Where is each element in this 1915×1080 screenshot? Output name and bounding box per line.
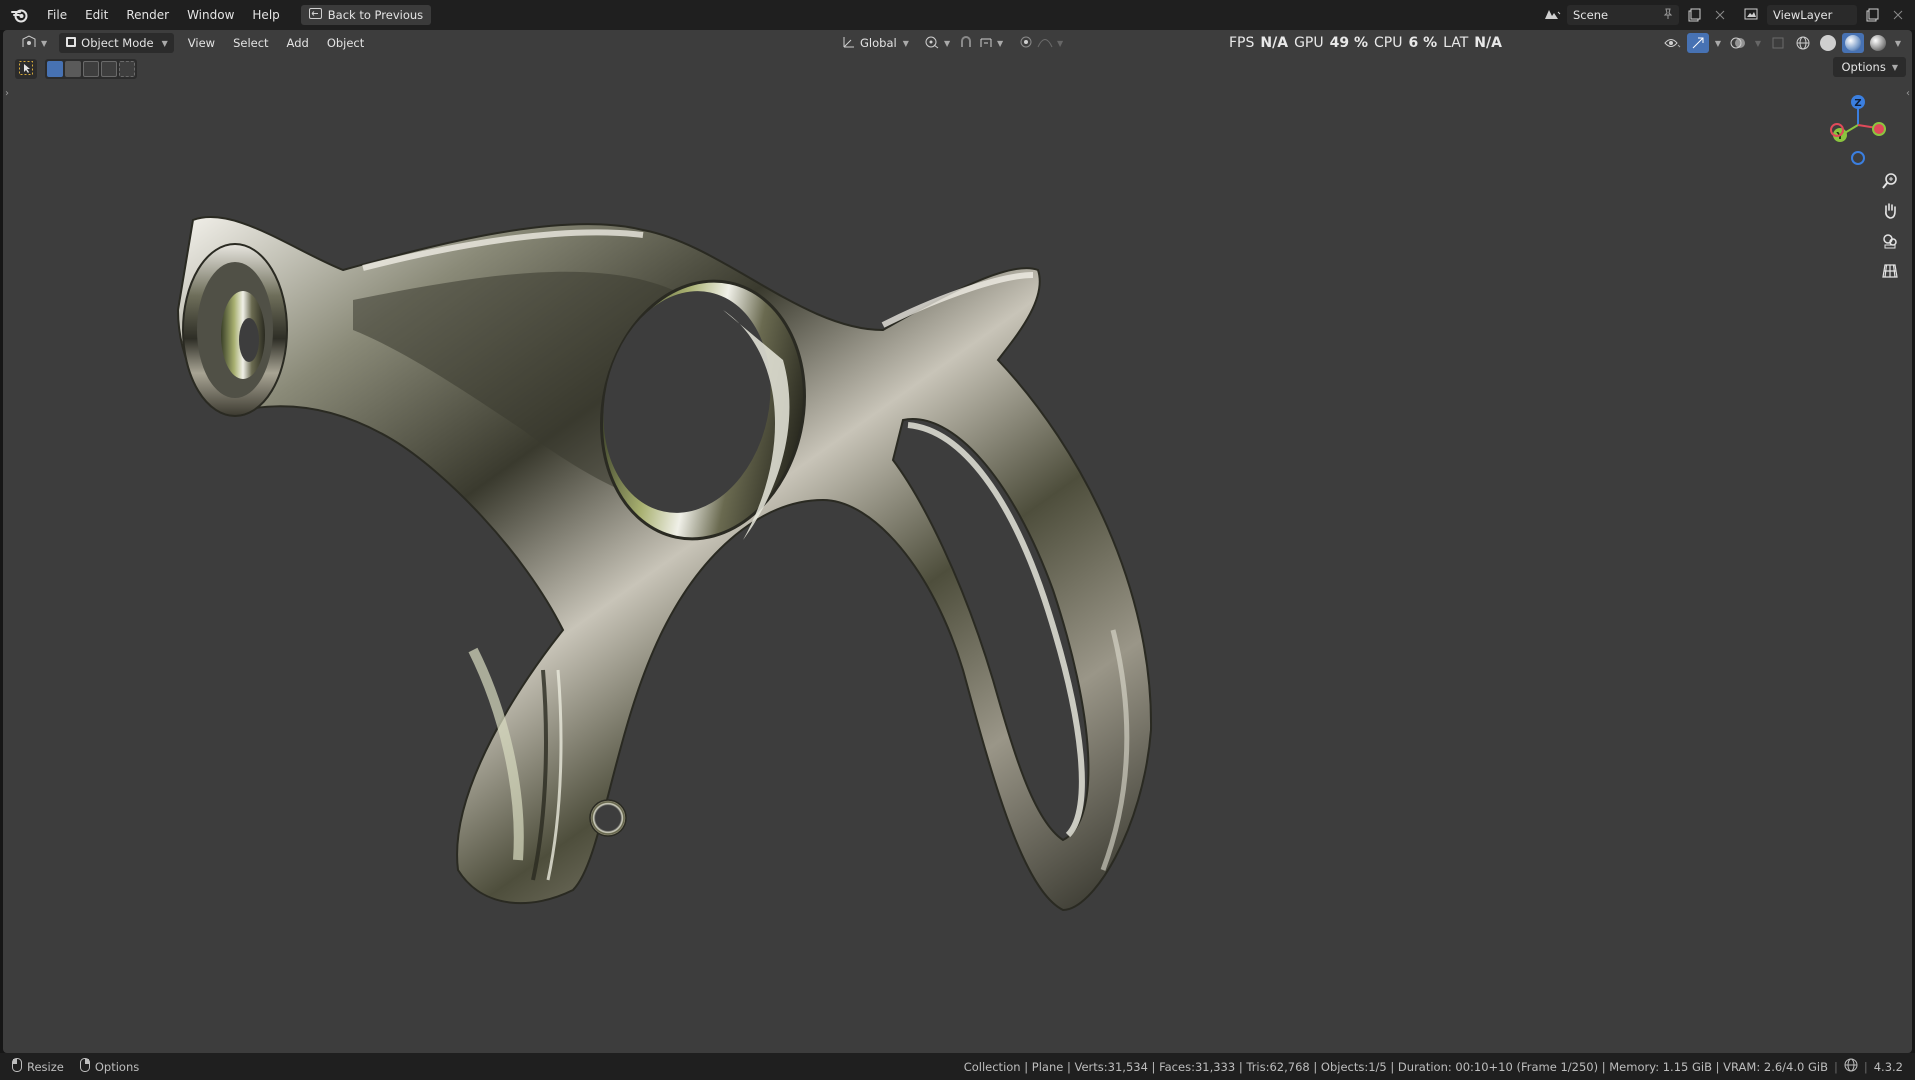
options-hint: Options	[79, 1058, 140, 1075]
back-icon	[308, 8, 322, 22]
blender-version: 4.3.2	[1873, 1059, 1903, 1074]
delete-scene-button[interactable]	[1709, 5, 1731, 25]
view-layer-selector-button[interactable]	[1741, 5, 1763, 25]
resize-label: Resize	[27, 1059, 64, 1074]
menu-help[interactable]: Help	[243, 4, 288, 26]
chrome-grip-model[interactable]	[3, 30, 1912, 1053]
blender-window: File Edit Render Window Help Back to Pre…	[0, 0, 1915, 1080]
mouse-right-icon	[79, 1058, 90, 1075]
menu-edit[interactable]: Edit	[76, 4, 117, 26]
mouse-left-icon	[12, 1058, 22, 1075]
menu-file[interactable]: File	[38, 4, 76, 26]
delete-view-layer-button[interactable]	[1887, 5, 1909, 25]
status-bar: Resize Options Collection | Plane | Vert…	[0, 1053, 1915, 1080]
back-to-previous-label: Back to Previous	[327, 8, 424, 22]
scene-statistics: Collection | Plane | Verts:31,534 | Face…	[963, 1059, 1828, 1074]
options-hint-label: Options	[94, 1059, 140, 1074]
view-layer-name: ViewLayer	[1773, 8, 1833, 22]
scene-name: Scene	[1573, 8, 1609, 22]
menu-render[interactable]: Render	[117, 4, 178, 26]
new-scene-button[interactable]	[1683, 5, 1705, 25]
top-right-controls: Scene ViewLayer	[1541, 4, 1909, 26]
view-layer-name-field[interactable]: ViewLayer	[1767, 5, 1857, 25]
menu-window[interactable]: Window	[178, 4, 243, 26]
scene-selector-button[interactable]	[1541, 5, 1563, 25]
top-menu-bar: File Edit Render Window Help Back to Pre…	[0, 0, 1915, 30]
pin-icon[interactable]	[1663, 8, 1673, 23]
blender-logo-icon[interactable]	[10, 5, 30, 25]
scene-name-field[interactable]: Scene	[1567, 5, 1679, 25]
view-layer-icon	[1744, 7, 1760, 24]
scene-icon	[1543, 7, 1561, 24]
resize-hint: Resize	[12, 1058, 64, 1075]
3d-viewport[interactable]: ▼ Object Mode ▼ View Select Add Object G…	[3, 30, 1912, 1053]
back-to-previous-button[interactable]: Back to Previous	[300, 5, 432, 25]
status-stats: Collection | Plane | Verts:31,534 | Face…	[963, 1058, 1903, 1075]
globe-icon[interactable]	[1844, 1058, 1858, 1075]
status-keymap-hints: Resize Options	[12, 1058, 149, 1075]
new-view-layer-button[interactable]	[1861, 5, 1883, 25]
